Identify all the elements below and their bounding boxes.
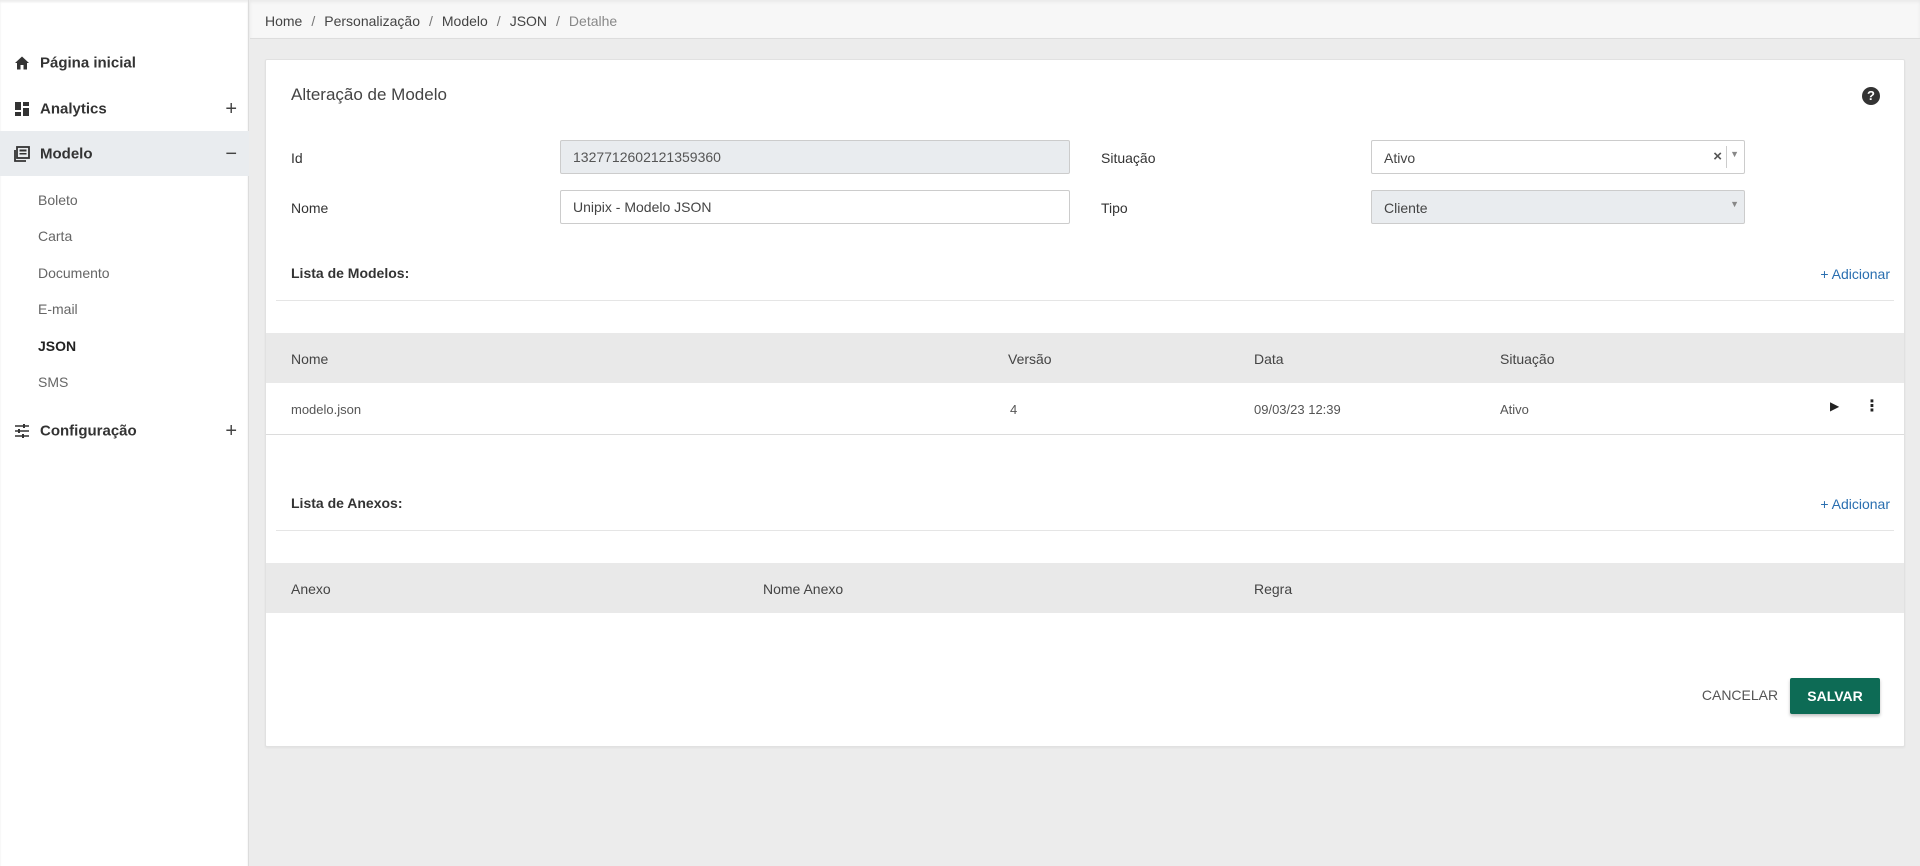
breadcrumb-json[interactable]: JSON <box>510 13 547 29</box>
play-icon[interactable]: ▶ <box>1830 399 1839 413</box>
row-data: 09/03/23 12:39 <box>1254 402 1341 417</box>
column-header-versao[interactable]: Versão <box>1008 351 1052 367</box>
breadcrumb-detalhe: Detalhe <box>568 13 618 29</box>
sidebar-subitem-carta[interactable]: Carta <box>38 228 72 244</box>
chevron-down-icon[interactable]: ▼ <box>1730 149 1739 159</box>
row-versao: 4 <box>1010 402 1018 417</box>
breadcrumb-separator: / <box>496 13 501 29</box>
breadcrumb-separator: / <box>556 13 560 29</box>
help-icon[interactable]: ? <box>1862 87 1880 105</box>
sidebar-subitem-email[interactable]: E-mail <box>38 301 78 317</box>
breadcrumb: Home / Personalização / Modelo / JSON / … <box>265 13 617 29</box>
model-form-card: Alteração de Modelo ? Id Situação Ativo … <box>265 59 1905 747</box>
tipo-value: Cliente <box>1384 200 1428 216</box>
sidebar-item-label: Configuração <box>40 422 137 439</box>
column-header-data[interactable]: Data <box>1254 351 1284 367</box>
column-header-anexo[interactable]: Anexo <box>291 581 331 597</box>
breadcrumb-separator: / <box>428 13 433 29</box>
expand-icon[interactable]: + <box>225 421 237 441</box>
divider <box>276 300 1894 301</box>
tipo-select[interactable]: Cliente ▼ <box>1371 190 1745 224</box>
divider <box>276 530 1894 531</box>
breadcrumb-home[interactable]: Home <box>265 13 302 29</box>
sidebar-item-modelo[interactable]: Modelo − <box>0 131 249 176</box>
sidebar-subitem-sms[interactable]: SMS <box>38 374 68 390</box>
home-icon <box>15 56 29 69</box>
nome-field[interactable] <box>560 190 1070 224</box>
column-header-nome[interactable]: Nome <box>291 351 328 367</box>
sidebar-item-label: Modelo <box>40 145 93 162</box>
dashboard-icon <box>15 101 29 116</box>
sidebar-item-configuracao[interactable]: Configuração + <box>0 408 249 453</box>
collapse-icon[interactable]: − <box>225 144 237 164</box>
column-header-situacao[interactable]: Situação <box>1500 351 1554 367</box>
more-vertical-icon[interactable]: ⋮ <box>1864 396 1880 416</box>
sidebar-item-label: Página inicial <box>40 54 136 71</box>
sidebar: Página inicial Analytics + Modelo − Bole… <box>0 0 249 866</box>
anexos-section-title: Lista de Anexos: <box>291 495 403 511</box>
id-label: Id <box>291 150 303 166</box>
situacao-value: Ativo <box>1384 150 1416 166</box>
tipo-label: Tipo <box>1101 200 1128 216</box>
expand-icon[interactable]: + <box>225 99 237 119</box>
modelos-section-title: Lista de Modelos: <box>291 265 410 281</box>
column-header-regra[interactable]: Regra <box>1254 581 1292 597</box>
situacao-select[interactable]: Ativo × ▼ <box>1371 140 1745 174</box>
page-title: Alteração de Modelo <box>291 85 447 104</box>
situacao-label: Situação <box>1101 150 1156 166</box>
book-icon <box>14 145 30 162</box>
sidebar-item-analytics[interactable]: Analytics + <box>0 86 249 131</box>
sidebar-item-home[interactable]: Página inicial <box>0 40 249 85</box>
save-button[interactable]: SALVAR <box>1790 678 1880 714</box>
topbar: Home / Personalização / Modelo / JSON / … <box>250 0 1920 39</box>
nome-label: Nome <box>291 200 329 216</box>
sidebar-item-label: Analytics <box>40 100 107 117</box>
breadcrumb-modelo[interactable]: Modelo <box>442 13 488 29</box>
id-field[interactable] <box>560 140 1070 174</box>
anexos-table-header: Anexo Nome Anexo Regra <box>266 563 1904 613</box>
sliders-icon <box>15 423 29 438</box>
clear-icon[interactable]: × <box>1713 148 1722 165</box>
cancel-button[interactable]: CANCELAR <box>1690 678 1790 712</box>
modelos-table-header: Nome Versão Data Situação <box>266 333 1904 383</box>
add-anexo-link[interactable]: + Adicionar <box>1820 496 1890 512</box>
row-situacao: Ativo <box>1500 402 1529 417</box>
select-divider <box>1726 146 1727 168</box>
chevron-down-icon[interactable]: ▼ <box>1730 199 1739 209</box>
sidebar-subitem-json[interactable]: JSON <box>38 338 76 354</box>
breadcrumb-personalizacao[interactable]: Personalização <box>324 13 420 29</box>
sidebar-subitem-boleto[interactable]: Boleto <box>38 192 78 208</box>
row-nome: modelo.json <box>291 402 362 417</box>
column-header-nome-anexo[interactable]: Nome Anexo <box>763 581 843 597</box>
breadcrumb-separator: / <box>311 13 316 29</box>
table-row[interactable]: modelo.json 4 09/03/23 12:39 Ativo ▶ ⋮ <box>266 383 1904 435</box>
sidebar-subitem-documento[interactable]: Documento <box>38 265 110 281</box>
add-modelo-link[interactable]: + Adicionar <box>1820 266 1890 282</box>
